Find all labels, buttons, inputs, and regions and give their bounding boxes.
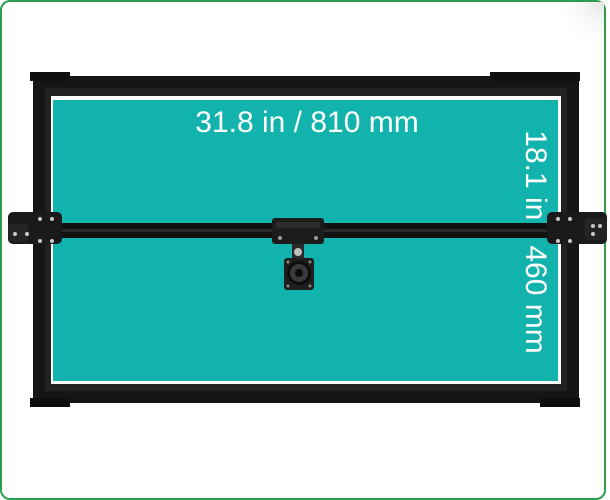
height-label: 18.1 in / 460 mm — [519, 130, 552, 353]
bottom-rail — [33, 391, 579, 403]
left-end-plate — [8, 212, 62, 244]
engraver-illustration: 31.8 in / 810 mm 18.1 in / 460 mm — [8, 72, 607, 407]
top-rail-inner — [45, 88, 567, 96]
width-label: 31.8 in / 810 mm — [195, 106, 418, 139]
right-end-plate — [547, 212, 607, 244]
laser-module-fan — [284, 258, 314, 290]
bottom-rail-inner — [45, 384, 567, 391]
